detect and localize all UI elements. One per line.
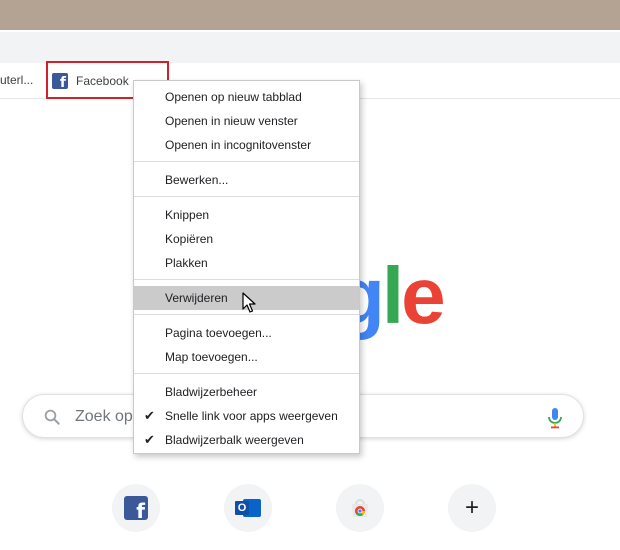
- menu-item-add-folder[interactable]: Map toevoegen...: [134, 345, 359, 369]
- microphone-icon[interactable]: [547, 407, 563, 429]
- menu-item-copy[interactable]: Kopiëren: [134, 227, 359, 251]
- shortcut-chrome-web-store[interactable]: [336, 484, 384, 532]
- menu-item-add-page[interactable]: Pagina toevoegen...: [134, 321, 359, 345]
- bookmark-item-truncated[interactable]: uterl...: [0, 73, 33, 87]
- facebook-icon: f: [124, 496, 148, 520]
- search-icon: [44, 409, 60, 425]
- chrome-web-store-icon: [352, 499, 368, 517]
- menu-item-label: Bladwijzerbalk weergeven: [165, 433, 304, 447]
- address-bar-area: [0, 30, 620, 63]
- menu-item-label: Snelle link voor apps weergeven: [165, 409, 338, 423]
- menu-item-open-incognito[interactable]: Openen in incognitovenster: [134, 133, 359, 157]
- mouse-pointer-icon: [242, 292, 256, 313]
- outlook-icon: O: [235, 496, 261, 520]
- menu-separator: [134, 196, 359, 197]
- menu-item-open-new-tab[interactable]: Openen op nieuw tabblad: [134, 85, 359, 109]
- menu-separator: [134, 373, 359, 374]
- menu-separator: [134, 161, 359, 162]
- checkmark-icon: ✔: [144, 432, 155, 447]
- menu-separator: [134, 279, 359, 280]
- menu-item-show-bookmarks-bar[interactable]: ✔ Bladwijzerbalk weergeven: [134, 428, 359, 452]
- menu-item-show-apps-shortcut[interactable]: ✔ Snelle link voor apps weergeven: [134, 404, 359, 428]
- shortcut-facebook[interactable]: f: [112, 484, 160, 532]
- menu-item-open-new-window[interactable]: Openen in nieuw venster: [134, 109, 359, 133]
- menu-item-bookmark-manager[interactable]: Bladwijzerbeheer: [134, 380, 359, 404]
- bookmark-context-menu: Openen op nieuw tabblad Openen in nieuw …: [133, 80, 360, 454]
- checkmark-icon: ✔: [144, 408, 155, 423]
- menu-item-cut[interactable]: Knippen: [134, 203, 359, 227]
- shortcut-outlook[interactable]: O: [224, 484, 272, 532]
- browser-window: uterl... f Facebook gle Zoek op f O: [0, 0, 620, 550]
- menu-item-edit[interactable]: Bewerken...: [134, 168, 359, 192]
- title-bar: [0, 0, 620, 30]
- plus-icon: +: [464, 494, 479, 521]
- menu-separator: [134, 314, 359, 315]
- add-shortcut-button[interactable]: +: [448, 484, 496, 532]
- search-input[interactable]: Zoek op: [75, 408, 133, 426]
- menu-item-paste[interactable]: Plakken: [134, 251, 359, 275]
